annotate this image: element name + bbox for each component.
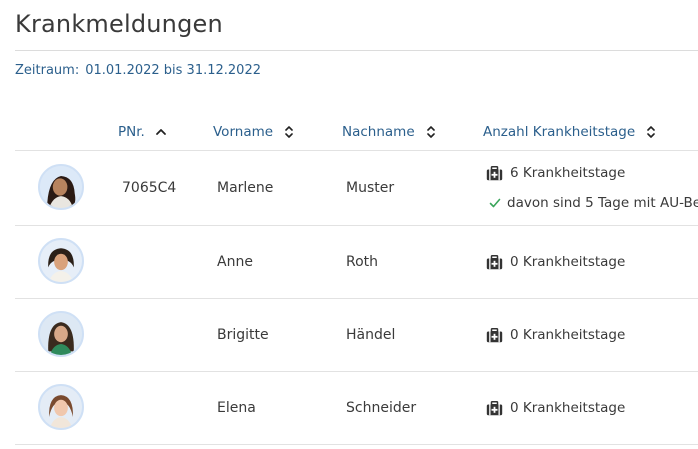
nachname-cell: Muster bbox=[346, 180, 395, 196]
column-header-pnr[interactable]: PNr. bbox=[118, 124, 167, 140]
table-row[interactable]: 7065C4 Marlene Muster 6 Krankheitstage d… bbox=[15, 151, 698, 225]
vorname-cell: Brigitte bbox=[217, 327, 269, 343]
column-header-nachname[interactable]: Nachname bbox=[342, 124, 437, 140]
avatar bbox=[38, 311, 84, 357]
sick-days-count: 0 Krankheitstage bbox=[510, 254, 626, 270]
column-header-sick-days[interactable]: Anzahl Krankheitstage bbox=[483, 124, 657, 140]
table-row[interactable]: Brigitte Händel 0 Krankheitstage bbox=[15, 299, 698, 371]
period-filter[interactable]: Zeitraum: 01.01.2022 bis 31.12.2022 bbox=[15, 63, 267, 78]
sick-days-count: 6 Krankheitstage bbox=[510, 165, 626, 181]
nachname-cell: Schneider bbox=[346, 400, 417, 416]
column-header-nachname-label: Nachname bbox=[342, 124, 415, 140]
sick-days-cell: 0 Krankheitstage bbox=[486, 254, 625, 270]
medical-kit-icon bbox=[486, 165, 503, 180]
sick-days-cell: 0 Krankheitstage bbox=[486, 327, 625, 343]
page-title: Krankmeldungen bbox=[15, 10, 223, 38]
avatar bbox=[38, 164, 84, 210]
period-label: Zeitraum: bbox=[15, 63, 80, 78]
sort-icon bbox=[647, 126, 655, 138]
au-note-text: davon sind 5 Tage mit AU-Besc bbox=[507, 195, 698, 211]
column-header-vorname-label: Vorname bbox=[213, 124, 274, 140]
vorname-cell: Anne bbox=[217, 254, 253, 270]
au-note: davon sind 5 Tage mit AU-Besc bbox=[486, 195, 698, 211]
medical-kit-icon bbox=[486, 400, 503, 415]
column-header-pnr-label: PNr. bbox=[118, 124, 145, 140]
column-header-sick-days-label: Anzahl Krankheitstage bbox=[483, 124, 636, 140]
sick-days-count: 0 Krankheitstage bbox=[510, 327, 626, 343]
title-divider bbox=[15, 50, 698, 51]
sort-ascending-icon bbox=[155, 129, 166, 135]
medical-kit-icon bbox=[486, 327, 503, 342]
avatar bbox=[38, 238, 84, 284]
period-value: 01.01.2022 bis 31.12.2022 bbox=[85, 63, 261, 78]
sort-icon bbox=[426, 126, 435, 138]
check-icon bbox=[489, 198, 501, 208]
sick-days-cell: 6 Krankheitstage bbox=[486, 165, 625, 181]
table-row[interactable]: Anne Roth 0 Krankheitstage bbox=[15, 226, 698, 298]
nachname-cell: Roth bbox=[346, 254, 379, 270]
avatar bbox=[38, 384, 84, 430]
sick-days-cell: 0 Krankheitstage bbox=[486, 400, 625, 416]
table-row[interactable]: Elena Schneider 0 Krankheitstage bbox=[15, 372, 698, 444]
pnr-cell: 7065C4 bbox=[122, 180, 177, 196]
row-divider bbox=[15, 444, 698, 445]
medical-kit-icon bbox=[486, 254, 503, 269]
sick-days-count: 0 Krankheitstage bbox=[510, 400, 626, 416]
vorname-cell: Marlene bbox=[217, 180, 274, 196]
vorname-cell: Elena bbox=[217, 400, 256, 416]
column-header-vorname[interactable]: Vorname bbox=[213, 124, 295, 140]
sort-icon bbox=[285, 126, 293, 138]
nachname-cell: Händel bbox=[346, 327, 396, 343]
